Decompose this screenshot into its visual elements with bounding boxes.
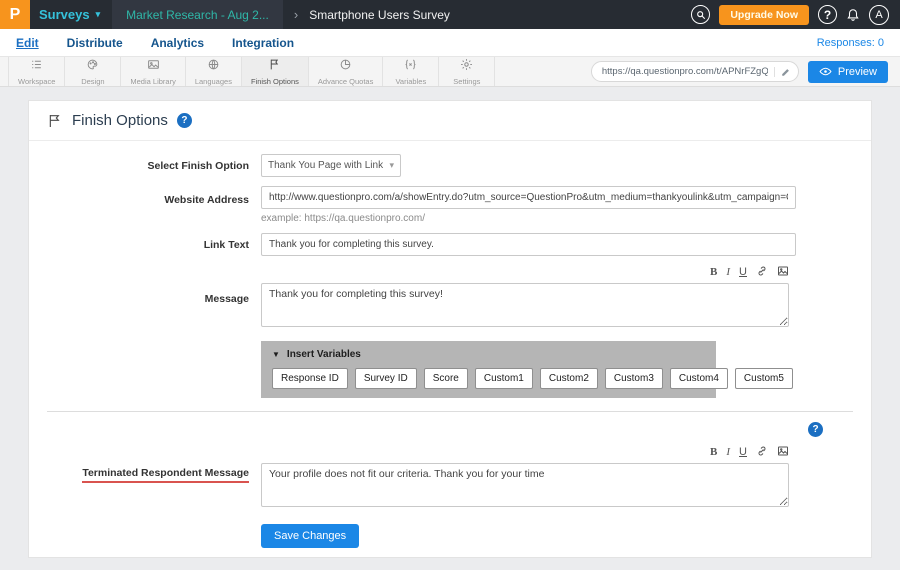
link-icon[interactable]	[756, 265, 768, 280]
website-address-row: Website Address example: https://qa.ques…	[47, 186, 853, 224]
card-header: Finish Options ?	[29, 101, 871, 141]
link-text-label: Link Text	[47, 239, 249, 251]
finish-options-form: Select Finish Option Thank You Page with…	[29, 141, 871, 548]
select-finish-option-label: Select Finish Option	[47, 160, 249, 172]
variable-buttons: Response ID Survey ID Score Custom1 Cust…	[272, 368, 705, 389]
breadcrumb-current-survey: Smartphone Users Survey	[309, 8, 450, 22]
edit-toolbar: Workspace Design Media Library Languages…	[0, 56, 900, 87]
variable-button-response-id[interactable]: Response ID	[272, 368, 348, 389]
finish-flag-icon	[268, 58, 281, 76]
notifications-bell-icon[interactable]	[846, 8, 860, 22]
website-address-input[interactable]	[261, 186, 796, 209]
insert-image-icon[interactable]	[777, 265, 789, 280]
insert-variables-panel: ▼ Insert Variables Response ID Survey ID…	[261, 341, 716, 398]
save-changes-button[interactable]: Save Changes	[261, 524, 359, 548]
tab-edit[interactable]: Edit	[16, 36, 39, 50]
globe-icon	[207, 58, 220, 76]
edit-url-pencil-icon[interactable]	[774, 67, 791, 77]
section-divider	[47, 411, 853, 412]
link-text-row: Link Text	[47, 233, 853, 256]
help-icon[interactable]: ?	[808, 422, 823, 437]
topbar: P Surveys ▾ Market Research - Aug 2... ›…	[0, 0, 900, 29]
italic-button[interactable]: I	[726, 267, 730, 278]
image-icon	[147, 58, 160, 76]
pie-chart-icon	[339, 58, 352, 76]
terminated-message-textarea[interactable]: Your profile does not fit our criteria. …	[261, 463, 789, 507]
variable-button-custom5[interactable]: Custom5	[735, 368, 793, 389]
variable-button-survey-id[interactable]: Survey ID	[355, 368, 417, 389]
surveys-menu-label: Surveys	[39, 7, 90, 22]
finish-option-row: Select Finish Option Thank You Page with…	[47, 154, 853, 177]
page-title: Finish Options	[72, 112, 168, 129]
surveys-menu[interactable]: Surveys ▾	[30, 7, 112, 22]
chevron-down-icon: ▾	[96, 9, 101, 20]
link-icon[interactable]	[756, 445, 768, 460]
finish-options-card: Finish Options ? Select Finish Option Th…	[28, 100, 872, 558]
toolbar-item-advance-quotas[interactable]: Advance Quotas	[309, 57, 383, 86]
bold-button[interactable]: B	[710, 447, 717, 458]
variable-button-custom2[interactable]: Custom2	[540, 368, 598, 389]
terminated-respondent-label: Terminated Respondent Message	[47, 445, 249, 483]
help-icon[interactable]: ?	[818, 5, 837, 24]
main-nav: Edit Distribute Analytics Integration Re…	[0, 29, 900, 56]
breadcrumb-parent-survey[interactable]: Market Research - Aug 2...	[112, 0, 283, 29]
website-address-label: Website Address	[47, 186, 249, 206]
message-textarea[interactable]: Thank you for completing this survey!	[261, 283, 789, 327]
variables-icon	[404, 58, 417, 76]
underline-button[interactable]: U	[739, 267, 747, 278]
finish-option-select[interactable]: Thank You Page with Link ▾	[261, 154, 401, 177]
page-content: Finish Options ? Select Finish Option Th…	[0, 87, 900, 570]
chevron-down-icon: ▾	[389, 160, 394, 171]
search-icon[interactable]	[691, 5, 710, 24]
finish-option-selected-value: Thank You Page with Link	[268, 160, 383, 171]
underline-button[interactable]: U	[739, 447, 747, 458]
terminated-message-row: Terminated Respondent Message B I U Your…	[47, 445, 853, 512]
website-example-hint: example: https://qa.questionpro.com/	[261, 213, 853, 224]
chevron-right-icon: ›	[294, 7, 298, 22]
link-text-input[interactable]	[261, 233, 796, 256]
toolbar-item-variables[interactable]: Variables	[383, 57, 439, 86]
palette-icon	[86, 58, 99, 76]
tab-integration[interactable]: Integration	[232, 36, 294, 50]
survey-url-field[interactable]: https://qa.questionpro.com/t/APNrFZgQ	[591, 61, 799, 82]
toolbar-right: https://qa.questionpro.com/t/APNrFZgQ Pr…	[591, 57, 900, 86]
toolbar-item-languages[interactable]: Languages	[186, 57, 242, 86]
terminated-richtext-toolbar: B I U	[261, 445, 789, 460]
eye-icon	[819, 65, 832, 78]
save-row: Save Changes	[47, 521, 853, 548]
caret-down-icon: ▼	[272, 350, 280, 359]
toolbar-item-settings[interactable]: Settings	[439, 57, 495, 86]
tab-analytics[interactable]: Analytics	[151, 36, 204, 50]
survey-url-text: https://qa.questionpro.com/t/APNrFZgQ	[602, 66, 768, 77]
gear-icon	[460, 58, 473, 76]
questionpro-logo[interactable]: P	[0, 0, 30, 29]
insert-image-icon[interactable]	[777, 445, 789, 460]
toolbar-item-design[interactable]: Design	[65, 57, 121, 86]
preview-button[interactable]: Preview	[808, 61, 888, 83]
toolbar-item-finish-options[interactable]: Finish Options	[242, 57, 309, 86]
italic-button[interactable]: I	[726, 447, 730, 458]
insert-variables-toggle[interactable]: ▼ Insert Variables	[272, 349, 705, 360]
variable-button-custom3[interactable]: Custom3	[605, 368, 663, 389]
help-icon[interactable]: ?	[177, 113, 192, 128]
toolbar-item-media-library[interactable]: Media Library	[121, 57, 185, 86]
finish-flag-icon	[47, 113, 63, 129]
message-label: Message	[47, 293, 249, 305]
variable-button-score[interactable]: Score	[424, 368, 468, 389]
bold-button[interactable]: B	[710, 267, 717, 278]
workspace-icon	[30, 58, 43, 76]
insert-variables-row: ▼ Insert Variables Response ID Survey ID…	[47, 341, 853, 398]
toolbar-item-workspace[interactable]: Workspace	[8, 57, 65, 86]
message-row: Message B I U Thank you for completing t…	[47, 265, 853, 332]
message-richtext-toolbar: B I U	[261, 265, 789, 280]
topbar-actions: Upgrade Now ? A	[691, 5, 900, 25]
avatar[interactable]: A	[869, 5, 889, 25]
terminated-help-row: ?	[47, 422, 853, 437]
variable-button-custom4[interactable]: Custom4	[670, 368, 728, 389]
responses-count[interactable]: Responses: 0	[817, 37, 884, 49]
tab-distribute[interactable]: Distribute	[67, 36, 123, 50]
variable-button-custom1[interactable]: Custom1	[475, 368, 533, 389]
upgrade-now-button[interactable]: Upgrade Now	[719, 5, 809, 25]
